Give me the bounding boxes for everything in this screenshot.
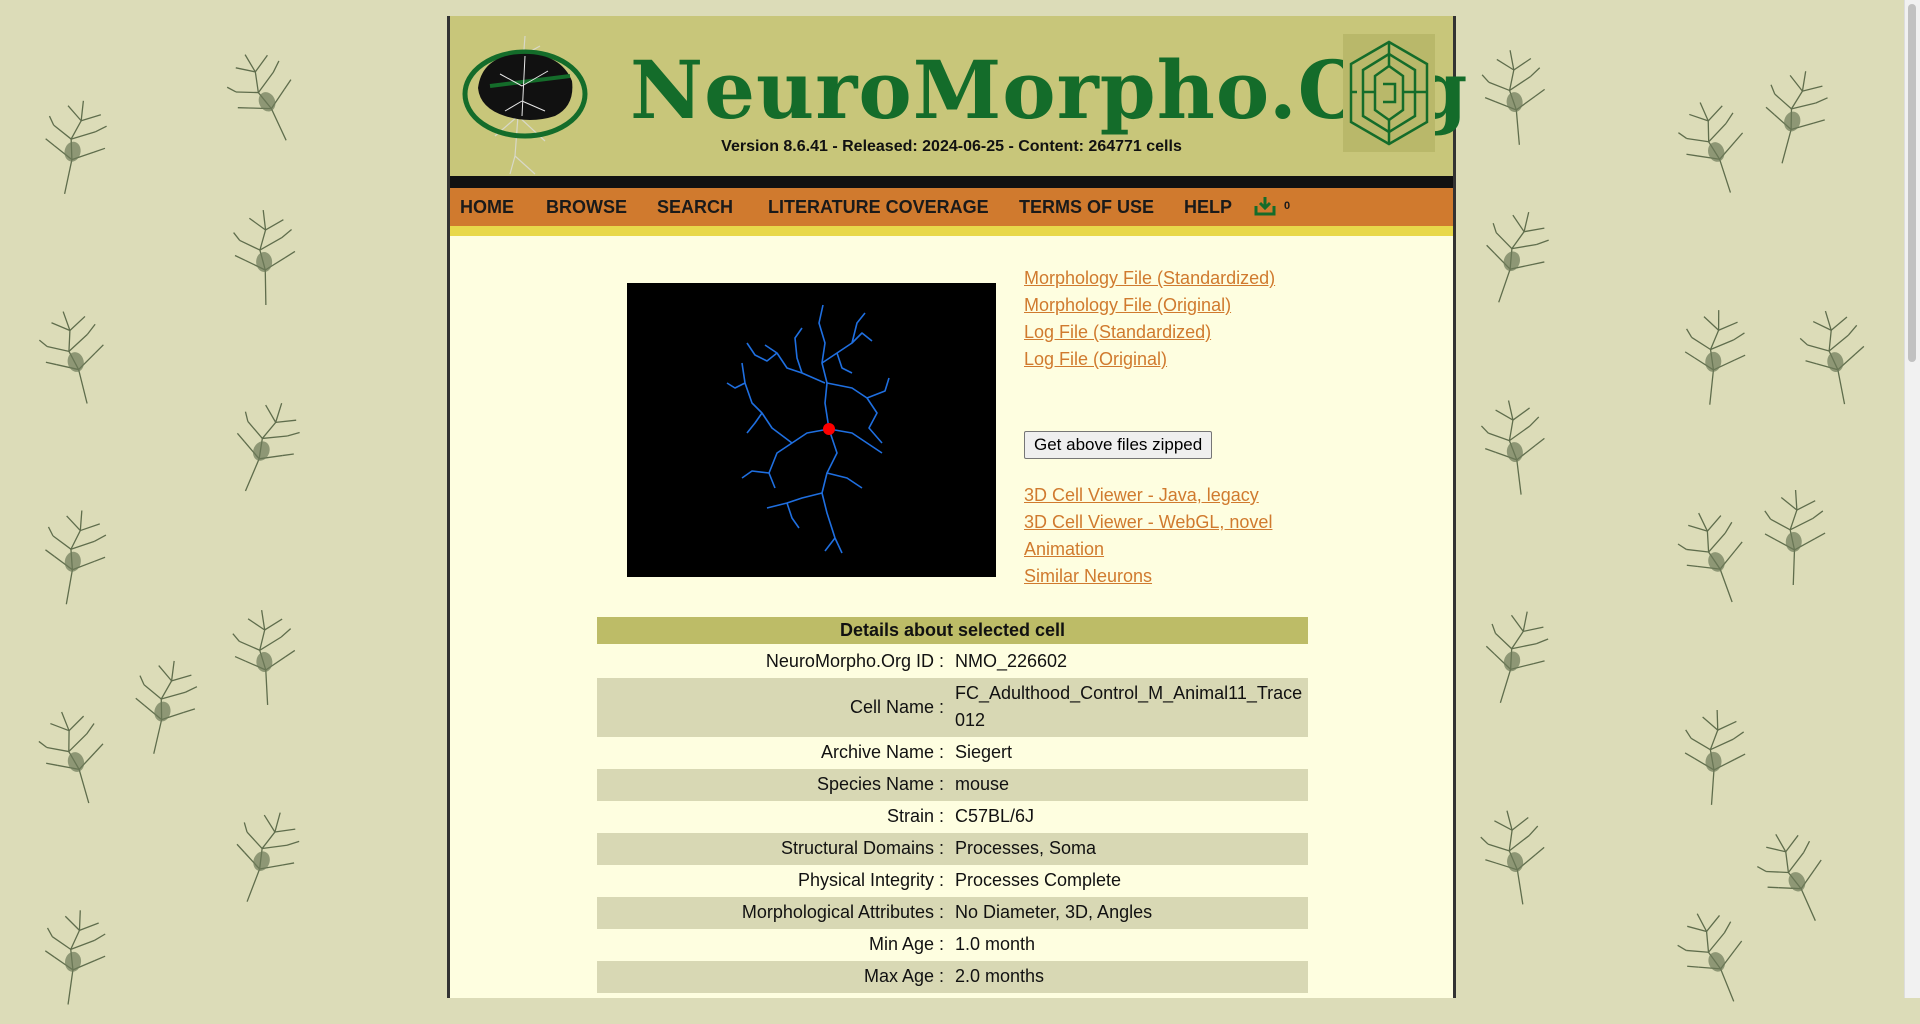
background-plant-icon <box>213 791 318 919</box>
detail-value: FC_Adulthood_Control_M_Animal11_Trace012 <box>955 683 1303 730</box>
detail-label: Min Age : <box>868 934 944 954</box>
background-plant-icon <box>1475 37 1554 153</box>
3d-viewer-webgl-link[interactable]: 3D Cell Viewer - WebGL, novel <box>1024 512 1272 533</box>
morphology-file-original-link[interactable]: Morphology File (Original) <box>1024 295 1231 316</box>
scrollbar-thumb[interactable] <box>1908 4 1916 362</box>
detail-row-species: Species Name : mouse <box>597 769 1308 801</box>
detail-value: No Diameter, 3D, Angles <box>955 902 1153 922</box>
detail-row-max-age: Max Age : 2.0 months <box>597 961 1308 993</box>
detail-row-physical-integrity: Physical Integrity : Processes Complete <box>597 865 1308 897</box>
detail-label: NeuroMorpho.Org ID : <box>765 651 944 671</box>
background-plant-icon <box>1465 592 1564 718</box>
detail-label: Physical Integrity : <box>797 870 944 890</box>
nav-home[interactable]: HOME <box>460 188 514 226</box>
background-plant-icon <box>1758 479 1832 591</box>
detail-label: Morphological Attributes : <box>741 902 944 922</box>
nav-divider <box>450 226 1453 236</box>
detail-row-strain: Strain : C57BL/6J <box>597 801 1308 833</box>
detail-row-id: NeuroMorpho.Org ID : NMO_226602 <box>597 646 1308 678</box>
background-plant-icon <box>210 30 320 159</box>
background-plant-icon <box>227 598 303 712</box>
neuron-drawing <box>726 304 890 554</box>
detail-value: 1.0 month <box>955 934 1036 954</box>
version-info: Version 8.6.41 - Released: 2024-06-25 - … <box>721 138 1182 155</box>
detail-value: Siegert <box>955 742 1013 762</box>
3d-viewer-java-link[interactable]: 3D Cell Viewer - Java, legacy <box>1024 485 1259 506</box>
background-plant-icon <box>28 293 123 417</box>
detail-value: Processes Complete <box>955 870 1122 890</box>
detail-label: Archive Name : <box>820 742 944 762</box>
detail-value: NMO_226602 <box>955 651 1068 671</box>
detail-value: mouse <box>955 774 1010 794</box>
background-plant-icon <box>29 84 120 206</box>
background-plant-icon <box>1741 811 1850 940</box>
detail-label: Species Name : <box>816 774 944 794</box>
detail-row-archive: Archive Name : Siegert <box>597 737 1308 769</box>
page-container: NeuroMorpho.Org Version 8.6.41 - Release… <box>447 16 1469 998</box>
detail-row-morphological-attributes: Morphological Attributes : No Diameter, … <box>597 897 1308 929</box>
detail-row-cell-name: Cell Name : FC_Adulthood_Control_M_Anima… <box>597 678 1308 737</box>
get-files-zipped-button[interactable]: Get above files zipped <box>1024 431 1213 459</box>
neuron-image[interactable] <box>627 283 996 577</box>
site-header: NeuroMorpho.Org Version 8.6.41 - Release… <box>450 16 1469 176</box>
main-nav: HOME BROWSE SEARCH LITERATURE COVERAGE T… <box>450 188 1453 226</box>
details-heading: Details about selected cell <box>597 617 1308 644</box>
log-file-original-link[interactable]: Log File (Original) <box>1024 349 1167 370</box>
nav-literature-coverage[interactable]: LITERATURE COVERAGE <box>768 188 989 226</box>
background-plant-icon <box>1663 491 1766 618</box>
download-count: 0 <box>1284 200 1291 212</box>
maze-logo-icon[interactable] <box>1343 34 1435 152</box>
background-plant-icon <box>1662 891 1768 1019</box>
background-plant-icon <box>1676 698 1754 813</box>
background-plant-icon <box>26 692 124 817</box>
nav-search[interactable]: SEARCH <box>657 188 733 226</box>
background-plant-icon <box>1474 386 1557 504</box>
detail-value: C57BL/6J <box>955 806 1035 826</box>
nav-terms-of-use[interactable]: TERMS OF USE <box>1019 188 1154 226</box>
detail-label: Cell Name : <box>849 697 944 717</box>
background-plant-icon <box>229 199 301 310</box>
morphology-file-standardized-link[interactable]: Morphology File (Standardized) <box>1024 268 1275 289</box>
background-plant-icon <box>211 381 318 510</box>
detail-value: 2.0 months <box>955 966 1045 986</box>
background-plant-icon <box>33 896 118 1015</box>
background-plant-icon <box>1464 192 1566 319</box>
download-tray-icon[interactable] <box>1254 196 1276 216</box>
background-plant-icon <box>1674 297 1755 414</box>
background-plant-icon <box>1747 53 1843 177</box>
detail-label: Structural Domains : <box>780 838 944 858</box>
header-divider <box>450 176 1453 188</box>
background-plant-icon <box>1472 795 1558 915</box>
site-title: NeuroMorpho.Org <box>630 43 1469 137</box>
detail-value: Processes, Soma <box>955 838 1097 858</box>
background-plant-icon <box>31 495 119 615</box>
vertical-scrollbar[interactable] <box>1904 0 1920 998</box>
nav-help[interactable]: HELP <box>1184 188 1232 226</box>
log-file-standardized-link[interactable]: Log File (Standardized) <box>1024 322 1211 343</box>
detail-row-min-age: Min Age : 1.0 month <box>597 929 1308 961</box>
nav-browse[interactable]: BROWSE <box>546 188 627 226</box>
detail-label: Max Age : <box>863 966 944 986</box>
background-plant-icon <box>1790 294 1880 415</box>
detail-row-structural-domains: Structural Domains : Processes, Soma <box>597 833 1308 865</box>
background-plant-icon <box>119 644 212 767</box>
similar-neurons-link[interactable]: Similar Neurons <box>1024 566 1152 587</box>
detail-label: Strain : <box>886 806 944 826</box>
soma-marker <box>823 423 835 435</box>
animation-link[interactable]: Animation <box>1024 539 1104 560</box>
